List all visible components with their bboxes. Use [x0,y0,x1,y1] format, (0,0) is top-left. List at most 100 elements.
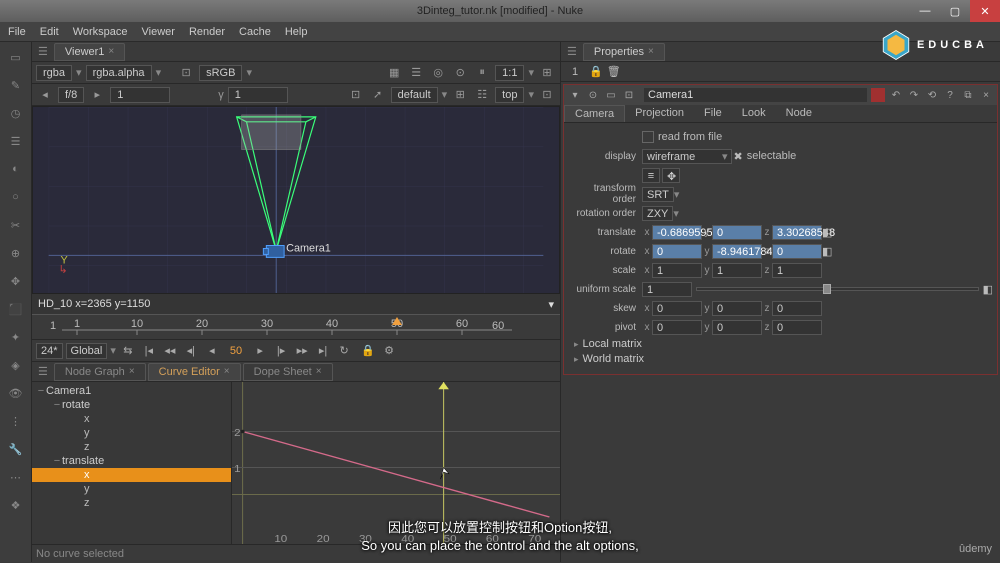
world-matrix-toggle[interactable]: World matrix [574,353,993,365]
scale-x[interactable]: 1 [652,263,702,278]
tab-properties[interactable]: Properties× [583,43,665,61]
clone-icon[interactable]: ⧉ [961,88,975,102]
tree-translate-y[interactable]: y [32,482,231,496]
tab-node-graph[interactable]: Node Graph× [54,363,146,381]
redo-icon[interactable]: ↷ [907,88,921,102]
prev-key-icon[interactable]: ◂◂ [161,343,179,359]
maximize-button[interactable]: ▢ [940,0,970,22]
last-frame-icon[interactable]: ▸| [314,343,332,359]
tool-other-icon[interactable]: ⋯ [5,466,27,488]
pivot-z[interactable]: 0 [772,320,822,335]
tab-curve-editor[interactable]: Curve Editor× [148,363,241,381]
tree-translate-z[interactable]: z [32,496,231,510]
menu-help[interactable]: Help [285,26,308,38]
menu-viewer[interactable]: Viewer [142,26,175,38]
prop-count[interactable]: 1 [565,66,585,78]
rotate-anim-icon[interactable]: ◧ [822,245,832,258]
sync-icon[interactable]: ⇆ [119,343,137,359]
play-back-icon[interactable]: ◂ [203,343,221,359]
pin-icon[interactable]: ⊡ [622,88,636,102]
playback-mode[interactable]: Global [66,343,108,359]
scale-y[interactable]: 1 [712,263,762,278]
skew-y[interactable]: 0 [712,301,762,316]
skew-x[interactable]: 0 [652,301,702,316]
float-icon[interactable]: ▭ [604,88,618,102]
tool-particles-icon[interactable]: ✦ [5,326,27,348]
step-fwd-icon[interactable]: |▸ [272,343,290,359]
tool-color-icon[interactable]: ◐ [5,158,27,180]
display-select[interactable]: wireframe [642,149,732,164]
rotate-y[interactable]: -8.9461784 [712,244,762,259]
tool-toolset-icon[interactable]: 🔧 [5,438,27,460]
icon-d[interactable]: ⊙ [451,65,469,81]
tool-metadata-icon[interactable]: ⋮ [5,410,27,432]
icon-g[interactable]: ☷ [473,87,491,103]
gain-field[interactable]: 1 [110,87,170,103]
tool-merge-icon[interactable]: ⊕ [5,242,27,264]
skew-z[interactable]: 0 [772,301,822,316]
pause-icon[interactable]: ⏸ [473,65,491,81]
translate-z[interactable]: 3.30268548 [772,225,822,240]
tree-rotate-x[interactable]: x [32,412,231,426]
fps-select[interactable]: 24* [36,343,63,359]
close-node-icon[interactable]: × [979,88,993,102]
tool-transform-icon[interactable]: ✥ [5,270,27,292]
icon-e[interactable]: ⊞ [538,65,556,81]
menu-render[interactable]: Render [189,26,225,38]
play-fwd-icon[interactable]: ▸ [251,343,269,359]
lock-all-icon[interactable]: 🔒 [589,65,603,78]
pivot-y[interactable]: 0 [712,320,762,335]
transform-order-select[interactable]: SRT [642,187,674,202]
revert-icon[interactable]: ⟲ [925,88,939,102]
arrow-icon[interactable]: ➚ [369,87,387,103]
icon-c[interactable]: ◎ [429,65,447,81]
tool-draw-icon[interactable]: ✎ [5,74,27,96]
prop-pane-menu-icon[interactable]: ☰ [567,45,577,58]
collapse-icon[interactable]: ▾ [568,88,582,102]
tool-3d-icon[interactable]: ⬛ [5,298,27,320]
fstop-field[interactable]: f/8 [58,87,84,103]
minimize-button[interactable]: — [910,0,940,22]
menu-workspace[interactable]: Workspace [73,26,128,38]
tool-channel-icon[interactable]: ☰ [5,130,27,152]
local-matrix-toggle[interactable]: Local matrix [574,338,993,350]
close-button[interactable]: ✕ [970,0,1000,22]
channel-select[interactable]: rgba [36,65,72,81]
timeline[interactable]: 1102030405060 1 60 [32,314,560,340]
nodetab-node[interactable]: Node [776,105,822,122]
nodetab-file[interactable]: File [694,105,732,122]
uniform-scale[interactable]: 1 [642,282,692,297]
uniform-anim-icon[interactable]: ◧ [983,283,993,296]
node-name-field[interactable]: Camera1 [644,88,867,102]
step-back-icon[interactable]: ◂| [182,343,200,359]
tool-time-icon[interactable]: ◷ [5,102,27,124]
curve-graph[interactable]: 21 10203040506070 [232,382,560,544]
read-from-file-checkbox[interactable] [642,131,654,143]
undo-icon[interactable]: ↶ [889,88,903,102]
icon-b[interactable]: ☰ [407,65,425,81]
viewer-3d[interactable]: Camera1 Y ↳ [32,106,560,294]
colorspace-select[interactable]: sRGB [199,65,242,81]
settings-icon[interactable]: ⚙ [380,343,398,359]
first-frame-icon[interactable]: |◂ [140,343,158,359]
rotate-x[interactable]: 0 [652,244,702,259]
tool-keyer-icon[interactable]: ✂ [5,214,27,236]
selectable-x-icon[interactable]: ✖ [734,150,743,163]
tool-filter-icon[interactable]: ○ [5,186,27,208]
proxy-select[interactable]: default [391,87,438,103]
ratio-select[interactable]: 1:1 [495,65,524,81]
viewer-info-dropdown-icon[interactable]: ▾ [548,298,554,311]
tab-dope-sheet[interactable]: Dope Sheet× [243,363,333,381]
menu-cache[interactable]: Cache [239,26,271,38]
center-icon[interactable]: ⊙ [586,88,600,102]
menu-edit[interactable]: Edit [40,26,59,38]
translate-y[interactable]: 0 [712,225,762,240]
nodetab-look[interactable]: Look [732,105,776,122]
menu-file[interactable]: File [8,26,26,38]
color-swatch[interactable] [871,88,885,102]
tab-viewer1[interactable]: Viewer1× [54,43,125,61]
bbox-icon[interactable]: ⊡ [347,87,365,103]
snap-menu[interactable]: ≡ [642,168,660,183]
view-select[interactable]: top [495,87,524,103]
axis-icon[interactable]: ✥ [662,168,680,183]
